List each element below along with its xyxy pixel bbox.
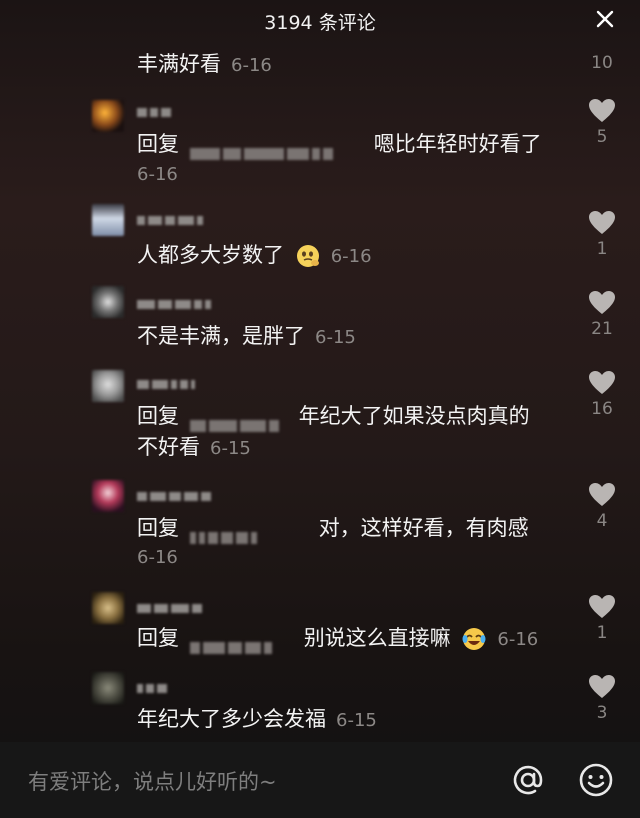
username-redacted[interactable] (137, 486, 247, 506)
avatar[interactable] (92, 204, 124, 236)
username-redacted[interactable] (137, 294, 247, 314)
comment-text: 不是丰满，是胖了 (137, 324, 305, 348)
comment-date: 6-16 (497, 629, 539, 650)
reply-target-redacted[interactable] (189, 522, 305, 544)
like-count: 1 (596, 239, 608, 259)
comment-text: 人都多大岁数了 (137, 243, 284, 267)
avatar[interactable] (92, 672, 124, 704)
heart-icon (589, 211, 615, 234)
comment-date: 6-15 (315, 327, 356, 348)
reply-label: 回复 (137, 626, 179, 650)
like-button[interactable]: 10 (587, 50, 617, 73)
username-redacted[interactable] (137, 102, 247, 122)
username-redacted[interactable] (137, 210, 247, 230)
comment-date: 6-15 (210, 438, 251, 459)
comment-text: 年纪大了多少会发福 (137, 707, 326, 731)
comment-date: 6-16 (231, 55, 272, 76)
laughing-crying-emoji-icon (462, 628, 486, 650)
comment-text-line: 回复 别说这么直接嘛 6-16 (137, 623, 577, 655)
reply-label: 回复 (137, 516, 179, 540)
comment-text-continued: 不好看 (137, 435, 200, 459)
like-count: 10 (591, 53, 613, 73)
like-button[interactable]: 5 (587, 98, 617, 147)
emoji-button[interactable] (578, 762, 614, 798)
close-button[interactable] (594, 8, 616, 30)
at-icon (513, 765, 543, 795)
heart-icon (589, 595, 615, 618)
smiley-icon (579, 763, 613, 797)
comment-text-line: 丰满好看 6-16 (137, 49, 577, 81)
reply-target-redacted[interactable] (189, 138, 360, 160)
comment-text-line: 回复 对，这样好看，有肉感 (137, 513, 577, 544)
comment-text: 嗯比年轻时好看了 (373, 132, 542, 156)
avatar[interactable] (92, 480, 124, 512)
reply-label: 回复 (137, 404, 179, 428)
avatar[interactable] (92, 370, 124, 402)
username-redacted[interactable] (137, 678, 247, 698)
heart-icon (589, 371, 615, 394)
close-icon (596, 10, 614, 28)
mention-button[interactable] (510, 762, 546, 798)
reply-target-redacted[interactable] (189, 632, 290, 654)
heart-icon (589, 291, 615, 314)
like-count: 21 (591, 319, 613, 339)
comment-date: 6-16 (137, 547, 178, 568)
like-button[interactable]: 16 (587, 370, 617, 419)
comment-text: 年纪大了如果没点肉真的 (298, 404, 530, 428)
avatar[interactable] (92, 286, 124, 318)
comment-text-line: 回复 年纪大了如果没点肉真的 (137, 401, 577, 432)
like-count: 16 (591, 399, 613, 419)
comment-date: 6-16 (330, 246, 372, 267)
avatar[interactable] (92, 100, 124, 132)
heart-icon (589, 483, 615, 506)
like-count: 5 (596, 127, 608, 147)
username-redacted[interactable] (137, 374, 247, 394)
heart-icon (589, 99, 615, 122)
like-count: 4 (596, 511, 608, 531)
like-button[interactable]: 21 (587, 290, 617, 339)
like-button[interactable]: 3 (587, 674, 617, 723)
like-button[interactable]: 4 (587, 482, 617, 531)
avatar[interactable] (92, 592, 124, 624)
like-button[interactable]: 1 (587, 210, 617, 259)
comment-text-line: 不好看 6-15 (137, 432, 577, 464)
comment-text-line: 人都多大岁数了 6-16 (137, 240, 577, 272)
comment-text: 对，这样好看，有肉感 (318, 516, 529, 540)
like-count: 1 (596, 623, 608, 643)
reply-target-redacted[interactable] (189, 410, 285, 432)
comment-text-line: 年纪大了多少会发福 6-15 (137, 704, 577, 736)
thinking-emoji-icon (296, 245, 319, 267)
comment-input-bar: 有爱评论，说点儿好听的~ (0, 742, 640, 818)
comment-text-line: 回复 嗯比年轻时好看了 (137, 129, 577, 160)
username-redacted[interactable] (137, 598, 247, 618)
comments-count-title: 3194 条评论 (264, 12, 376, 34)
heart-icon (589, 675, 615, 698)
comment-text: 丰满好看 (137, 52, 221, 76)
comment-text: 别说这么直接嘛 (303, 626, 451, 650)
comment-text-line: 不是丰满，是胖了 6-15 (137, 321, 577, 353)
comment-input[interactable]: 有爱评论，说点儿好听的~ (28, 766, 277, 796)
like-count: 3 (596, 703, 608, 723)
comment-date: 6-16 (137, 164, 178, 185)
comment-list[interactable]: 丰满好看 6-16 10 回复 嗯比年轻时好看了 6-16 5 人都多大岁数了 (0, 40, 640, 742)
comments-header: 3194 条评论 (0, 0, 640, 40)
reply-label: 回复 (137, 132, 179, 156)
like-button[interactable]: 1 (587, 594, 617, 643)
comment-date: 6-15 (336, 710, 377, 731)
